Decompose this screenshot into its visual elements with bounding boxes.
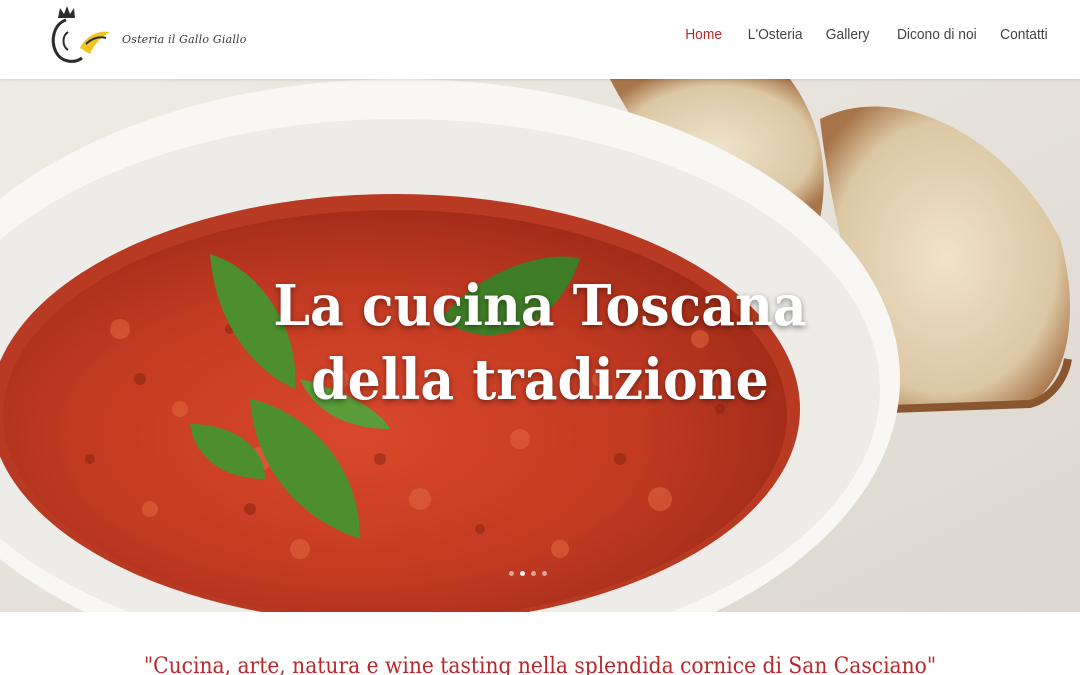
hero-title: La cucina Toscana della tradizione bbox=[38, 269, 1042, 417]
main-nav: Home L'Osteria Gallery Dicono di noi Con… bbox=[682, 26, 1048, 43]
tagline: "Cucina, arte, natura e wine tasting nel… bbox=[143, 654, 937, 675]
nav-item-osteria[interactable]: L'Osteria bbox=[747, 26, 802, 43]
nav-item-home[interactable]: Home bbox=[686, 26, 723, 43]
site-header: Osteria il Gallo Giallo Home L'Osteria G… bbox=[0, 0, 1080, 79]
brand-name: Osteria il Gallo Giallo bbox=[122, 33, 247, 46]
slider-dot[interactable] bbox=[531, 571, 536, 576]
site-logo[interactable]: Osteria il Gallo Giallo bbox=[46, 2, 246, 72]
nav-item-dicono-di-noi[interactable]: Dicono di noi bbox=[897, 26, 977, 43]
rooster-icon bbox=[51, 6, 110, 63]
hero-title-line-2: della tradizione bbox=[311, 347, 769, 413]
hero-slider[interactable]: La cucina Toscana della tradizione bbox=[0, 79, 1080, 612]
slider-dots bbox=[509, 571, 547, 576]
slider-dot[interactable] bbox=[542, 571, 547, 576]
slider-dot-active[interactable] bbox=[520, 571, 525, 576]
nav-item-gallery[interactable]: Gallery bbox=[826, 26, 870, 43]
hero-title-line-1: La cucina Toscana bbox=[273, 273, 807, 339]
slider-dot[interactable] bbox=[509, 571, 514, 576]
nav-item-contatti[interactable]: Contatti bbox=[1000, 26, 1048, 43]
